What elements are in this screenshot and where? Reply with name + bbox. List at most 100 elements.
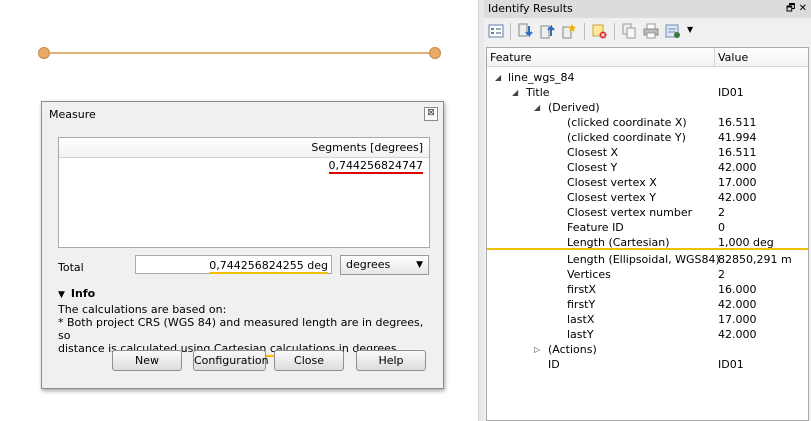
identify-toolbar: ▼ bbox=[484, 19, 811, 45]
column-divider[interactable] bbox=[714, 48, 715, 66]
float-close-icons[interactable]: 🗗 ✕ bbox=[786, 0, 807, 18]
unit-dropdown[interactable]: degrees ▼ bbox=[340, 255, 429, 275]
attribute-name: Closest X bbox=[567, 146, 619, 159]
feature-value: ID01 bbox=[718, 86, 744, 99]
collapsed-triangle-icon[interactable]: ▷ bbox=[534, 342, 540, 357]
attribute-row[interactable]: Closest X 16.511 bbox=[487, 145, 808, 160]
chevron-down-icon[interactable]: ▼ bbox=[687, 25, 693, 34]
line-start-vertex bbox=[38, 47, 50, 59]
derived-label: (Derived) bbox=[548, 101, 600, 114]
attribute-row[interactable]: Closest vertex Y 42.000 bbox=[487, 190, 808, 205]
segments-table[interactable]: Segments [degrees] 0,744256824747 bbox=[58, 137, 430, 248]
attribute-value: 42.000 bbox=[718, 298, 757, 311]
total-field: 0,744256824255 deg bbox=[135, 255, 332, 274]
attribute-name: Closest vertex number bbox=[567, 206, 693, 219]
attribute-value: 17.000 bbox=[718, 176, 757, 189]
attribute-name: Length (Ellipsoidal, WGS84) bbox=[567, 253, 720, 266]
attribute-row[interactable]: (clicked coordinate Y) 41.994 bbox=[487, 130, 808, 145]
value-column-header[interactable]: Value bbox=[718, 51, 748, 64]
toolbar-separator bbox=[614, 23, 615, 40]
help-button[interactable]: Help bbox=[356, 350, 426, 371]
info-title: Info bbox=[70, 287, 96, 300]
attribute-value: 41.994 bbox=[718, 131, 757, 144]
tree-header: Feature Value bbox=[487, 48, 808, 67]
configuration-button[interactable]: Configuration bbox=[193, 350, 269, 371]
expanded-triangle-icon[interactable]: ◢ bbox=[534, 100, 540, 115]
feature-column-header[interactable]: Feature bbox=[490, 51, 532, 64]
tree-row-derived[interactable]: ◢ (Derived) bbox=[487, 100, 808, 115]
expand-all-icon[interactable] bbox=[517, 23, 533, 39]
attribute-row[interactable]: Length (Ellipsoidal, WGS84) 82850,291 m bbox=[487, 252, 808, 267]
expanded-triangle-icon[interactable]: ◢ bbox=[495, 70, 501, 85]
segments-header: Segments [degrees] bbox=[59, 138, 429, 158]
expand-new-results-icon[interactable] bbox=[561, 23, 577, 39]
tree-row-title[interactable]: ◢ Title ID01 bbox=[487, 85, 808, 100]
expand-tree-icon[interactable] bbox=[488, 23, 504, 39]
feature-label: Title bbox=[526, 86, 550, 99]
attribute-row[interactable]: (clicked coordinate X) 16.511 bbox=[487, 115, 808, 130]
attribute-row[interactable]: Closest Y 42.000 bbox=[487, 160, 808, 175]
copy-icon[interactable] bbox=[621, 23, 637, 39]
measured-line-feature bbox=[43, 52, 435, 54]
toolbar-separator bbox=[584, 23, 585, 40]
attribute-row[interactable]: Feature ID 0 bbox=[487, 220, 808, 235]
attribute-row[interactable]: lastX 17.000 bbox=[487, 312, 808, 327]
attribute-value: 82850,291 m bbox=[718, 253, 792, 266]
tree-row-actions[interactable]: ▷ (Actions) bbox=[487, 342, 808, 357]
attribute-name: (clicked coordinate Y) bbox=[567, 131, 686, 144]
total-label: Total bbox=[58, 261, 84, 274]
layer-name: line_wgs_84 bbox=[508, 71, 575, 84]
derived-list: (clicked coordinate X) 16.511 (clicked coo… bbox=[487, 115, 808, 342]
attribute-value: 16.511 bbox=[718, 116, 757, 129]
tree-row-id[interactable]: ID ID01 bbox=[487, 357, 808, 372]
segment-row[interactable]: 0,744256824747 bbox=[59, 158, 429, 174]
close-button[interactable]: Close bbox=[274, 350, 344, 371]
toolbar-separator bbox=[510, 23, 511, 40]
identify-results-panel: Identify Results 🗗 ✕ ▼ Feature Value ◢ l… bbox=[484, 0, 811, 421]
attribute-row[interactable]: firstX 16.000 bbox=[487, 282, 808, 297]
attribute-value: 16.000 bbox=[718, 283, 757, 296]
attribute-row[interactable]: Closest vertex X 17.000 bbox=[487, 175, 808, 190]
total-value: 0,744256824255 deg bbox=[209, 259, 328, 274]
attribute-value: 16.511 bbox=[718, 146, 757, 159]
collapse-all-icon[interactable] bbox=[539, 23, 555, 39]
info-line: The calculations are based on: bbox=[58, 303, 227, 316]
info-text: The calculations are based on: * Both pr… bbox=[58, 303, 430, 357]
attribute-row[interactable]: firstY 42.000 bbox=[487, 297, 808, 312]
attribute-name: Closest vertex X bbox=[567, 176, 657, 189]
attribute-value: 42.000 bbox=[718, 328, 757, 341]
attribute-name: Feature ID bbox=[567, 221, 624, 234]
attribute-value: 42.000 bbox=[718, 191, 757, 204]
attribute-value: 1,000 deg bbox=[718, 236, 774, 249]
attribute-value: 2 bbox=[718, 206, 725, 219]
attribute-value: 42.000 bbox=[718, 161, 757, 174]
identify-mode-icon[interactable] bbox=[665, 23, 681, 39]
unit-selected: degrees bbox=[346, 258, 391, 271]
new-button[interactable]: New bbox=[112, 350, 182, 371]
measure-dialog-title: Measure bbox=[49, 108, 96, 121]
line-end-vertex bbox=[429, 47, 441, 59]
attribute-value: 0 bbox=[718, 221, 725, 234]
attribute-name: lastX bbox=[567, 313, 595, 326]
expanded-triangle-icon[interactable]: ◢ bbox=[512, 85, 518, 100]
info-section: ▼ Info The calculations are based on: * B… bbox=[58, 287, 430, 357]
attribute-name: lastY bbox=[567, 328, 594, 341]
attribute-name: firstY bbox=[567, 298, 596, 311]
measure-dialog: Measure ⊠ Segments [degrees] 0,744256824… bbox=[41, 101, 444, 389]
tree-row-layer[interactable]: ◢ line_wgs_84 bbox=[487, 70, 808, 85]
attribute-row[interactable]: Vertices 2 bbox=[487, 267, 808, 282]
chevron-down-icon: ▼ bbox=[416, 260, 423, 270]
info-toggle[interactable]: ▼ Info bbox=[58, 287, 430, 300]
attribute-row[interactable]: lastY 42.000 bbox=[487, 327, 808, 342]
clear-results-icon[interactable] bbox=[591, 23, 607, 39]
print-icon[interactable] bbox=[643, 23, 659, 39]
results-tree[interactable]: Feature Value ◢ line_wgs_84 ◢ Title ID01… bbox=[486, 47, 809, 421]
attribute-row[interactable]: Length (Cartesian) 1,000 deg bbox=[487, 235, 808, 250]
actions-label: (Actions) bbox=[548, 343, 597, 356]
feature-value: ID01 bbox=[718, 358, 744, 371]
attribute-name: Length (Cartesian) bbox=[567, 236, 670, 249]
attribute-value: 2 bbox=[718, 268, 725, 281]
close-icon[interactable]: ⊠ bbox=[424, 107, 438, 121]
panel-title-bar: Identify Results 🗗 ✕ bbox=[484, 0, 811, 18]
attribute-row[interactable]: Closest vertex number 2 bbox=[487, 205, 808, 220]
